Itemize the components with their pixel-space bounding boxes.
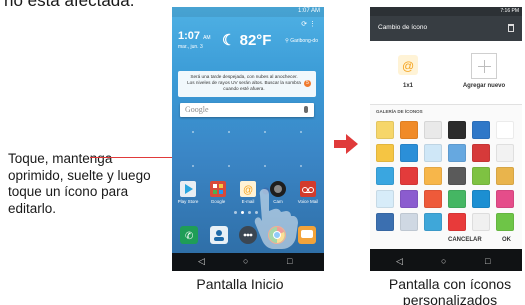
gallery-icon-tile[interactable] [472,144,490,162]
gallery-icon-tile[interactable] [472,190,490,208]
svg-text:✆: ✆ [185,231,193,242]
temperature: ☾ 82°F [222,31,271,49]
gallery-title: GALERÍA DE ÍCONOS [376,109,423,114]
app-label: Voice Mail [297,199,319,204]
gallery-icon-tile[interactable] [448,144,466,162]
plus-icon[interactable] [471,53,497,79]
caption-custom-icons: Pantalla con íconos personalizados [388,276,512,305]
uv-badge: 5 [304,80,311,87]
icon-gallery-grid [374,119,520,237]
callout-text: Toque, mantenga oprimido, suelte y luego… [8,151,151,216]
weather-text: Será una tarde despejada, con nubes al a… [187,74,301,91]
home-screen: 1:07 AM ⟳ ⋮ 1:07 AM mar., jun. 3 ☾ 82°F … [172,7,324,253]
home-icon[interactable]: ○ [243,256,248,266]
messages-icon[interactable] [298,226,316,244]
google-search-bar[interactable]: Google [180,103,314,117]
weather-card[interactable]: Será una tarde despejada, con nubes al a… [178,71,316,97]
location-name: Garibong-do [290,38,318,44]
gallery-icon-tile[interactable] [424,190,442,208]
status-bar: 7:16 PM [370,7,522,16]
gallery-icon-tile[interactable] [424,167,442,185]
app-play-store[interactable]: Play Store [176,181,200,204]
gallery-icon-tile[interactable] [400,121,418,139]
empty-grid-dots [192,125,302,175]
gallery-icon-tile[interactable] [472,167,490,185]
gallery-icon-tile[interactable] [448,167,466,185]
dialog-title: Cambio de ícono [378,24,428,31]
gallery-icon-tile[interactable] [496,190,514,208]
nav-bar: ◁ ○ □ [370,253,522,271]
gallery-icon-tile[interactable] [424,121,442,139]
app-google[interactable]: Google [206,181,230,204]
location: ⚲ Garibong-do [285,38,318,44]
gallery-icon-tile[interactable] [376,144,394,162]
back-icon[interactable]: ◁ [396,256,403,267]
gallery-icon-tile[interactable] [376,213,394,231]
gallery-icon-tile[interactable] [496,167,514,185]
gallery-icon-tile[interactable] [376,167,394,185]
gallery-icon-tile[interactable] [472,121,490,139]
gallery-icon-tile[interactable] [496,144,514,162]
ok-button[interactable]: OK [502,237,511,243]
contacts-icon[interactable] [210,226,228,244]
trash-icon[interactable] [508,24,514,32]
add-new-label: Agregar nuevo [462,83,506,89]
caption-home-screen: Pantalla Inicio [196,276,284,292]
google-logo: Google [185,105,209,114]
back-icon[interactable]: ◁ [198,256,205,267]
gallery-icon-tile[interactable] [448,213,466,231]
google-folder-icon [210,181,226,197]
svg-text:@: @ [402,59,414,73]
recents-icon[interactable]: □ [287,256,292,266]
app-label: Play Store [177,199,199,204]
current-icon-label: 1x1 [402,83,413,89]
current-icon-option[interactable]: @ 1x1 [370,49,446,89]
weather-widget[interactable]: ⟳ ⋮ 1:07 AM mar., jun. 3 ☾ 82°F ⚲ Garibo… [178,20,318,68]
home-screen-phone: 1:07 AM ⟳ ⋮ 1:07 AM mar., jun. 3 ☾ 82°F … [172,7,324,271]
nav-bar: ◁ ○ □ [172,253,324,271]
cancel-button[interactable]: CANCELAR [448,237,482,243]
status-bar: 1:07 AM [172,7,324,17]
clock-time: 1:07 [178,30,201,42]
gallery-icon-tile[interactable] [496,213,514,231]
gallery-icon-tile[interactable] [376,121,394,139]
top-text: no está afectada. [4,0,135,10]
gallery-icon-tile[interactable] [496,121,514,139]
status-time: 7:16 PM [500,8,519,14]
icon-options-row: @ 1x1 Agregar nuevo [370,41,522,105]
status-time: 1:07 AM [297,8,320,14]
temperature-value: 82°F [239,32,272,49]
date: mar., jun. 3 [178,44,203,50]
dialog-header: Cambio de ícono [370,16,522,41]
gallery-icon-tile[interactable] [400,213,418,231]
dialog-body: @ 1x1 Agregar nuevo GALERÍA DE ÍCONOS CA… [370,41,522,249]
gallery-icon-tile[interactable] [400,167,418,185]
gallery-icon-tile[interactable] [448,121,466,139]
mic-icon[interactable] [304,106,308,113]
recents-icon[interactable]: □ [485,256,490,266]
gallery-icon-tile[interactable] [424,213,442,231]
gallery-icon-tile[interactable] [400,144,418,162]
refresh-icon[interactable]: ⟳ ⋮ [301,20,316,28]
app-voicemail[interactable]: Voice Mail [296,181,320,204]
moon-icon: ☾ [222,32,240,49]
home-icon[interactable]: ○ [441,256,446,266]
clock: 1:07 AM [178,30,211,42]
voicemail-icon [300,181,316,197]
play-store-icon [180,181,196,197]
dock: ✆ [172,219,324,253]
gallery-icon-tile[interactable] [400,190,418,208]
clock-ampm: AM [203,35,211,41]
dialog-buttons: CANCELAR OK [370,237,522,249]
gallery-icon-tile[interactable] [472,213,490,231]
email-icon: @ [398,55,418,75]
app-label: Google [210,199,226,204]
gallery-icon-tile[interactable] [376,190,394,208]
hand-pointer-icon [254,189,298,249]
phone-icon[interactable]: ✆ [180,226,198,244]
right-arrow-icon [334,134,358,154]
icon-change-phone: 7:16 PM Cambio de ícono @ 1x1 Agregar nu… [370,7,522,271]
gallery-icon-tile[interactable] [448,190,466,208]
gallery-icon-tile[interactable] [424,144,442,162]
